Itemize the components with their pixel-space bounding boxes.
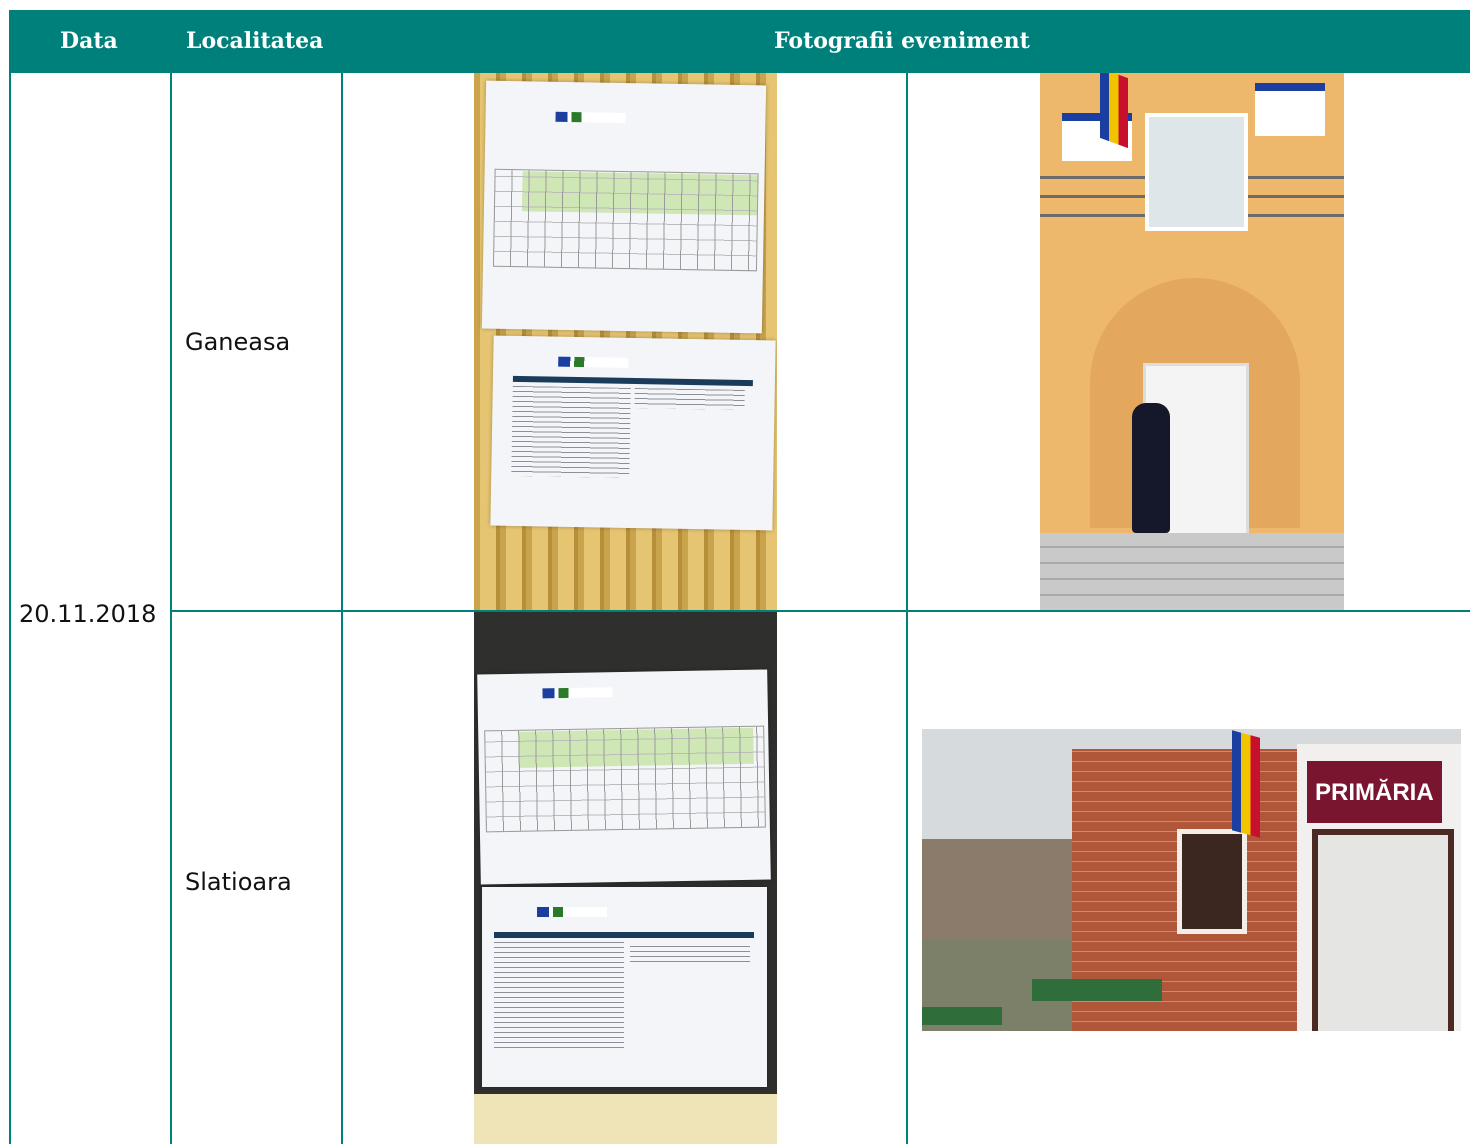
bench	[922, 1007, 1002, 1025]
notice-text-left	[511, 385, 631, 478]
date-cell: 20.11.2018	[19, 600, 157, 628]
table-header: Data Localitatea Fotografii eveniment	[9, 10, 1470, 73]
notice-sheet-table	[477, 669, 771, 885]
header-localitatea: Localitatea	[186, 28, 324, 54]
entrance-door	[1312, 829, 1454, 1031]
notice-text-right	[630, 942, 750, 966]
locality-slatioara: Slatioara	[185, 868, 292, 896]
photo-ganeasa-townhall	[1040, 73, 1344, 610]
notice-sheet-table	[481, 80, 767, 334]
col-border-date	[170, 73, 172, 1144]
notice-title-bar	[512, 375, 753, 387]
flag-romania	[1100, 73, 1128, 149]
photo-slatioara-notices	[474, 612, 777, 1144]
houses-background	[922, 839, 1092, 939]
notice-table-grid	[484, 725, 766, 833]
person	[1132, 403, 1170, 533]
header-fotografii: Fotografii eveniment	[774, 28, 1030, 54]
notice-table-grid	[492, 168, 759, 272]
logos-strip	[555, 111, 626, 124]
col-border-photos	[906, 73, 908, 1144]
photo-slatioara-townhall: PRIMĂRIA	[922, 729, 1461, 1031]
notice-sheet-text	[482, 887, 767, 1087]
logos-strip	[542, 687, 613, 699]
primaria-sign: PRIMĂRIA	[1307, 761, 1442, 823]
flag-romania	[1232, 730, 1260, 838]
locality-ganeasa: Ganeasa	[185, 328, 291, 356]
logos-strip	[558, 356, 629, 368]
header-data: Data	[60, 28, 118, 54]
row-divider	[170, 610, 1470, 612]
logos-strip	[537, 907, 607, 917]
events-table: Data Localitatea Fotografii eveniment 20…	[9, 10, 1470, 1144]
steps	[1040, 533, 1344, 610]
window	[1177, 829, 1247, 934]
primaria-sign-text: PRIMĂRIA	[1315, 779, 1434, 806]
bottom-banner	[474, 1094, 777, 1144]
notice-text-right	[634, 388, 745, 410]
notice-title-bar	[494, 932, 754, 938]
notice-text-left	[494, 942, 624, 1052]
notice-sheet-text	[490, 335, 776, 531]
sign-right	[1255, 83, 1325, 136]
window	[1145, 113, 1248, 231]
col-border-left	[9, 73, 11, 1144]
photo-ganeasa-notices	[474, 73, 777, 610]
col-border-locality	[341, 73, 343, 1144]
bench	[1032, 979, 1162, 1001]
